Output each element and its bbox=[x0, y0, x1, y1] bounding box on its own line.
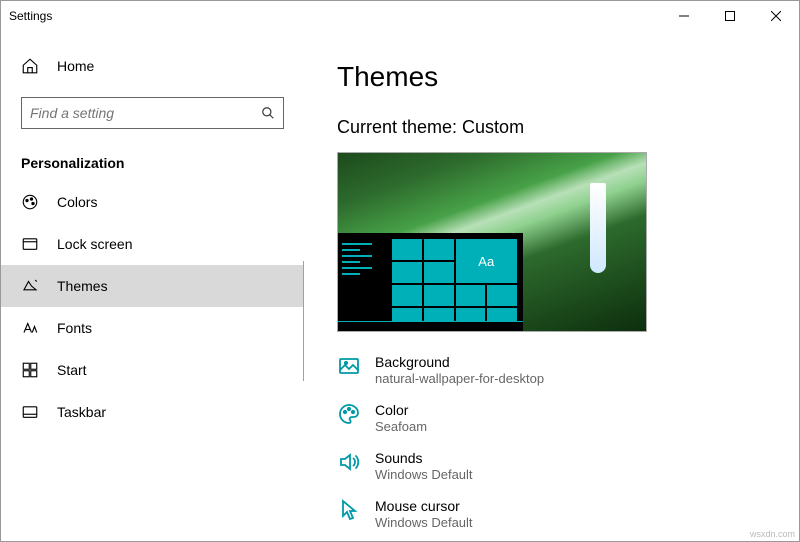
search-box[interactable] bbox=[21, 97, 284, 129]
main-pane: Themes Current theme: Custom Aa bbox=[305, 31, 799, 541]
start-icon bbox=[21, 361, 39, 379]
taskbar-icon bbox=[21, 403, 39, 421]
page-title: Themes bbox=[337, 61, 767, 93]
window-title: Settings bbox=[9, 9, 52, 23]
sidebar-item-themes[interactable]: Themes bbox=[1, 265, 304, 307]
setting-mouse-cursor[interactable]: Mouse cursor Windows Default bbox=[337, 498, 767, 530]
sidebar-item-fonts[interactable]: Fonts bbox=[1, 307, 304, 349]
palette-icon bbox=[337, 402, 361, 426]
sidebar-item-label: Taskbar bbox=[57, 404, 106, 420]
theme-preview[interactable]: Aa bbox=[337, 152, 647, 332]
section-heading: Personalization bbox=[1, 141, 304, 181]
sidebar: Home Personalization Colors Lock screen … bbox=[1, 31, 305, 541]
sidebar-item-lock-screen[interactable]: Lock screen bbox=[1, 223, 304, 265]
sidebar-item-start[interactable]: Start bbox=[1, 349, 304, 391]
sidebar-item-label: Colors bbox=[57, 194, 97, 210]
fonts-icon bbox=[21, 319, 39, 337]
maximize-button[interactable] bbox=[707, 1, 753, 31]
lock-screen-icon bbox=[21, 235, 39, 253]
colors-icon bbox=[21, 193, 39, 211]
home-icon bbox=[21, 57, 39, 75]
search-icon bbox=[261, 106, 275, 120]
sidebar-item-label: Themes bbox=[57, 278, 108, 294]
maximize-icon bbox=[725, 11, 735, 21]
minimize-icon bbox=[679, 11, 689, 21]
close-button[interactable] bbox=[753, 1, 799, 31]
watermark: wsxdn.com bbox=[750, 529, 795, 539]
picture-icon bbox=[337, 354, 361, 378]
preview-start-menu: Aa bbox=[338, 233, 523, 331]
setting-value: natural-wallpaper-for-desktop bbox=[375, 371, 544, 386]
speaker-icon bbox=[337, 450, 361, 474]
setting-color[interactable]: Color Seafoam bbox=[337, 402, 767, 434]
sidebar-item-label: Start bbox=[57, 362, 87, 378]
setting-label: Color bbox=[375, 402, 427, 418]
wallpaper-waterfall bbox=[590, 183, 606, 273]
home-link[interactable]: Home bbox=[1, 47, 304, 85]
setting-sounds[interactable]: Sounds Windows Default bbox=[337, 450, 767, 482]
search-input[interactable] bbox=[30, 105, 238, 121]
current-theme-heading: Current theme: Custom bbox=[337, 117, 767, 138]
preview-aa-tile: Aa bbox=[456, 239, 518, 283]
home-label: Home bbox=[57, 58, 94, 74]
sidebar-item-taskbar[interactable]: Taskbar bbox=[1, 391, 304, 433]
setting-value: Seafoam bbox=[375, 419, 427, 434]
setting-label: Background bbox=[375, 354, 544, 370]
preview-taskbar bbox=[338, 321, 523, 331]
minimize-button[interactable] bbox=[661, 1, 707, 31]
window-controls bbox=[661, 1, 799, 31]
setting-background[interactable]: Background natural-wallpaper-for-desktop bbox=[337, 354, 767, 386]
setting-label: Mouse cursor bbox=[375, 498, 473, 514]
sidebar-item-label: Fonts bbox=[57, 320, 92, 336]
themes-icon bbox=[21, 277, 39, 295]
sidebar-item-colors[interactable]: Colors bbox=[1, 181, 304, 223]
close-icon bbox=[771, 11, 781, 21]
setting-value: Windows Default bbox=[375, 515, 473, 530]
setting-label: Sounds bbox=[375, 450, 473, 466]
setting-value: Windows Default bbox=[375, 467, 473, 482]
cursor-icon bbox=[337, 498, 361, 522]
sidebar-item-label: Lock screen bbox=[57, 236, 132, 252]
